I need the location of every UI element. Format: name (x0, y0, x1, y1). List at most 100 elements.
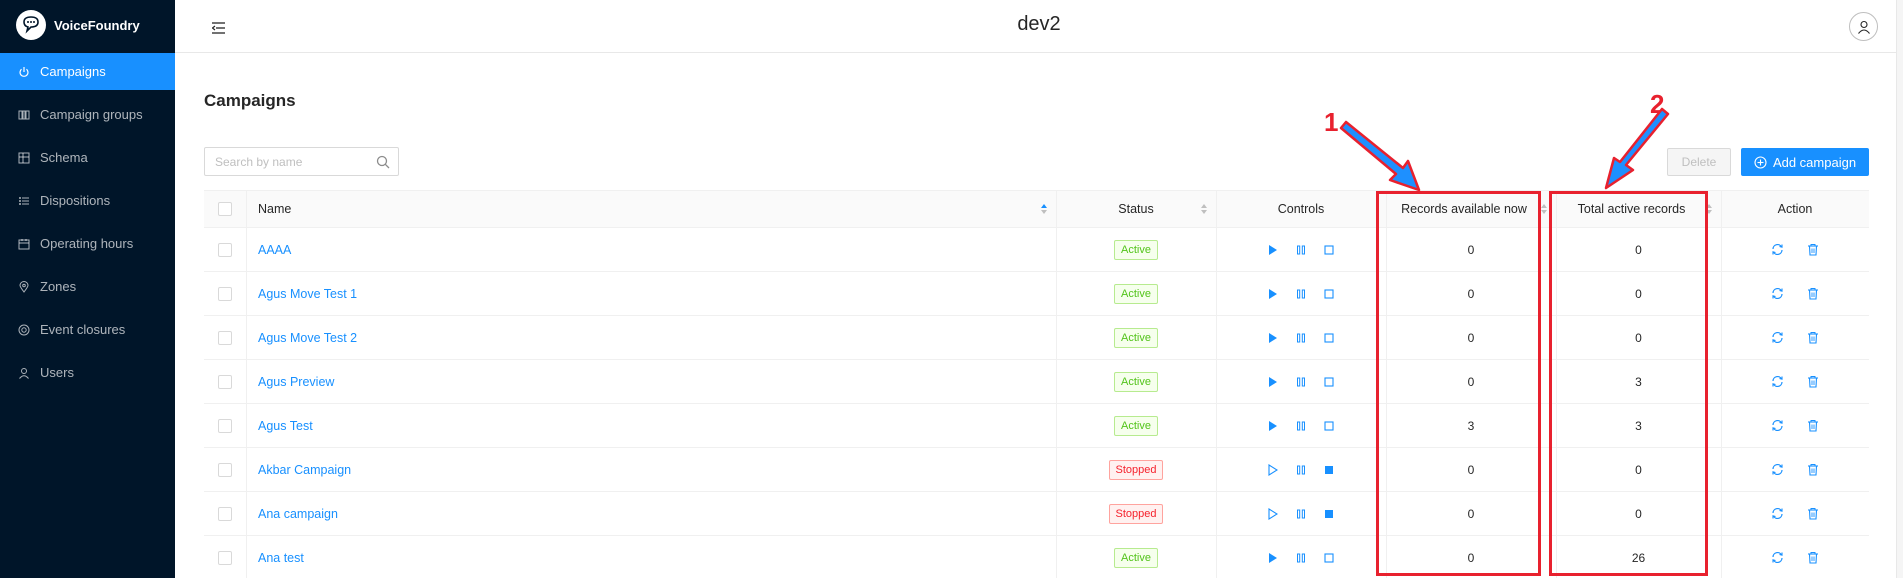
delete-icon[interactable] (1805, 418, 1821, 434)
play-icon[interactable] (1266, 507, 1280, 521)
search-icon[interactable] (376, 155, 390, 169)
pause-icon[interactable] (1294, 419, 1308, 433)
campaign-name-link[interactable]: Agus Move Test 2 (258, 331, 357, 345)
row-checkbox[interactable] (218, 330, 232, 345)
campaign-name-link[interactable]: Ana campaign (258, 507, 338, 521)
sync-icon[interactable] (1769, 462, 1785, 478)
sync-icon[interactable] (1769, 330, 1785, 346)
sidebar-item-operating-hours[interactable]: Operating hours (0, 225, 175, 262)
sort-icon[interactable] (1540, 203, 1548, 215)
top-header: dev2 (175, 0, 1903, 53)
campaign-name-link[interactable]: Ana test (258, 551, 304, 565)
column-header-name[interactable]: Name (246, 191, 1056, 227)
play-icon[interactable] (1266, 243, 1280, 257)
row-checkbox[interactable] (218, 506, 232, 521)
stop-icon[interactable] (1322, 419, 1336, 433)
sidebar-item-zones[interactable]: Zones (0, 268, 175, 305)
stop-icon[interactable] (1322, 463, 1336, 477)
sidebar-item-campaigns[interactable]: Campaigns (0, 53, 175, 90)
pause-icon[interactable] (1294, 287, 1308, 301)
row-checkbox-cell (204, 272, 246, 315)
controls-cell (1216, 360, 1386, 403)
delete-button[interactable]: Delete (1667, 148, 1731, 176)
row-checkbox[interactable] (218, 418, 232, 433)
pause-icon[interactable] (1294, 463, 1308, 477)
stop-icon[interactable] (1322, 507, 1336, 521)
column-header-controls: Controls (1216, 191, 1386, 227)
sort-icon[interactable] (1200, 203, 1208, 215)
sync-icon[interactable] (1769, 550, 1785, 566)
add-campaign-button[interactable]: Add campaign (1741, 148, 1869, 176)
status-badge: Active (1114, 239, 1158, 260)
delete-icon[interactable] (1805, 506, 1821, 522)
sync-icon[interactable] (1769, 242, 1785, 258)
campaign-name-link[interactable]: Akbar Campaign (258, 463, 351, 477)
sync-icon[interactable] (1769, 374, 1785, 390)
annotation-box-records-available (1376, 191, 1541, 576)
row-checkbox-cell (204, 492, 246, 535)
pause-icon[interactable] (1294, 375, 1308, 389)
pause-icon[interactable] (1294, 551, 1308, 565)
window-scrollbar[interactable] (1896, 0, 1903, 578)
play-icon[interactable] (1266, 419, 1280, 433)
brand[interactable]: VoiceFoundry (0, 0, 175, 50)
row-checkbox[interactable] (218, 242, 232, 257)
delete-icon[interactable] (1805, 242, 1821, 258)
status-badge: Stopped (1108, 503, 1164, 524)
stop-icon[interactable] (1322, 287, 1336, 301)
pause-icon[interactable] (1294, 507, 1308, 521)
sidebar-item-label: Campaign groups (40, 107, 143, 122)
row-checkbox[interactable] (218, 374, 232, 389)
status-cell: Active (1056, 272, 1216, 315)
play-icon[interactable] (1266, 551, 1280, 565)
add-campaign-label: Add campaign (1772, 154, 1857, 170)
stop-icon[interactable] (1322, 551, 1336, 565)
sidebar-item-schema[interactable]: Schema (0, 139, 175, 176)
user-avatar-button[interactable] (1849, 12, 1878, 41)
campaign-name-cell: Ana test (246, 536, 1056, 578)
campaign-name-link[interactable]: Agus Test (258, 419, 313, 433)
schema-icon (18, 152, 30, 164)
campaign-name-link[interactable]: Agus Preview (258, 375, 334, 389)
stop-icon[interactable] (1322, 331, 1336, 345)
stop-icon[interactable] (1322, 243, 1336, 257)
sidebar-item-users[interactable]: Users (0, 354, 175, 391)
play-icon[interactable] (1266, 463, 1280, 477)
row-checkbox[interactable] (218, 550, 232, 565)
play-icon[interactable] (1266, 287, 1280, 301)
delete-icon[interactable] (1805, 462, 1821, 478)
sidebar-menu: Campaigns Campaign groups Schema Disposi… (0, 53, 175, 397)
row-checkbox[interactable] (218, 286, 232, 301)
sync-icon[interactable] (1769, 506, 1785, 522)
sort-icon[interactable] (1040, 203, 1048, 215)
row-checkbox-cell (204, 404, 246, 447)
campaign-name-link[interactable]: AAAA (258, 243, 291, 257)
sidebar-item-label: Zones (40, 279, 77, 294)
pause-icon[interactable] (1294, 243, 1308, 257)
status-cell: Active (1056, 360, 1216, 403)
pause-icon[interactable] (1294, 331, 1308, 345)
search-box[interactable] (204, 147, 399, 176)
select-all-checkbox[interactable] (218, 202, 232, 216)
sync-icon[interactable] (1769, 418, 1785, 434)
status-cell: Stopped (1056, 448, 1216, 491)
column-header-status[interactable]: Status (1056, 191, 1216, 227)
play-icon[interactable] (1266, 331, 1280, 345)
sidebar-item-dispositions[interactable]: Dispositions (0, 182, 175, 219)
controls-cell (1216, 536, 1386, 578)
sidebar-item-campaign-groups[interactable]: Campaign groups (0, 96, 175, 133)
user-icon (1857, 20, 1870, 34)
search-input[interactable] (205, 148, 365, 175)
delete-icon[interactable] (1805, 374, 1821, 390)
delete-icon[interactable] (1805, 550, 1821, 566)
delete-icon[interactable] (1805, 330, 1821, 346)
sync-icon[interactable] (1769, 286, 1785, 302)
row-checkbox[interactable] (218, 462, 232, 477)
campaign-name-link[interactable]: Agus Move Test 1 (258, 287, 357, 301)
annotation-box-total-active (1549, 191, 1708, 576)
sidebar-item-event-closures[interactable]: Event closures (0, 311, 175, 348)
play-icon[interactable] (1266, 375, 1280, 389)
delete-icon[interactable] (1805, 286, 1821, 302)
stop-icon[interactable] (1322, 375, 1336, 389)
campaign-name-cell: Agus Move Test 2 (246, 316, 1056, 359)
